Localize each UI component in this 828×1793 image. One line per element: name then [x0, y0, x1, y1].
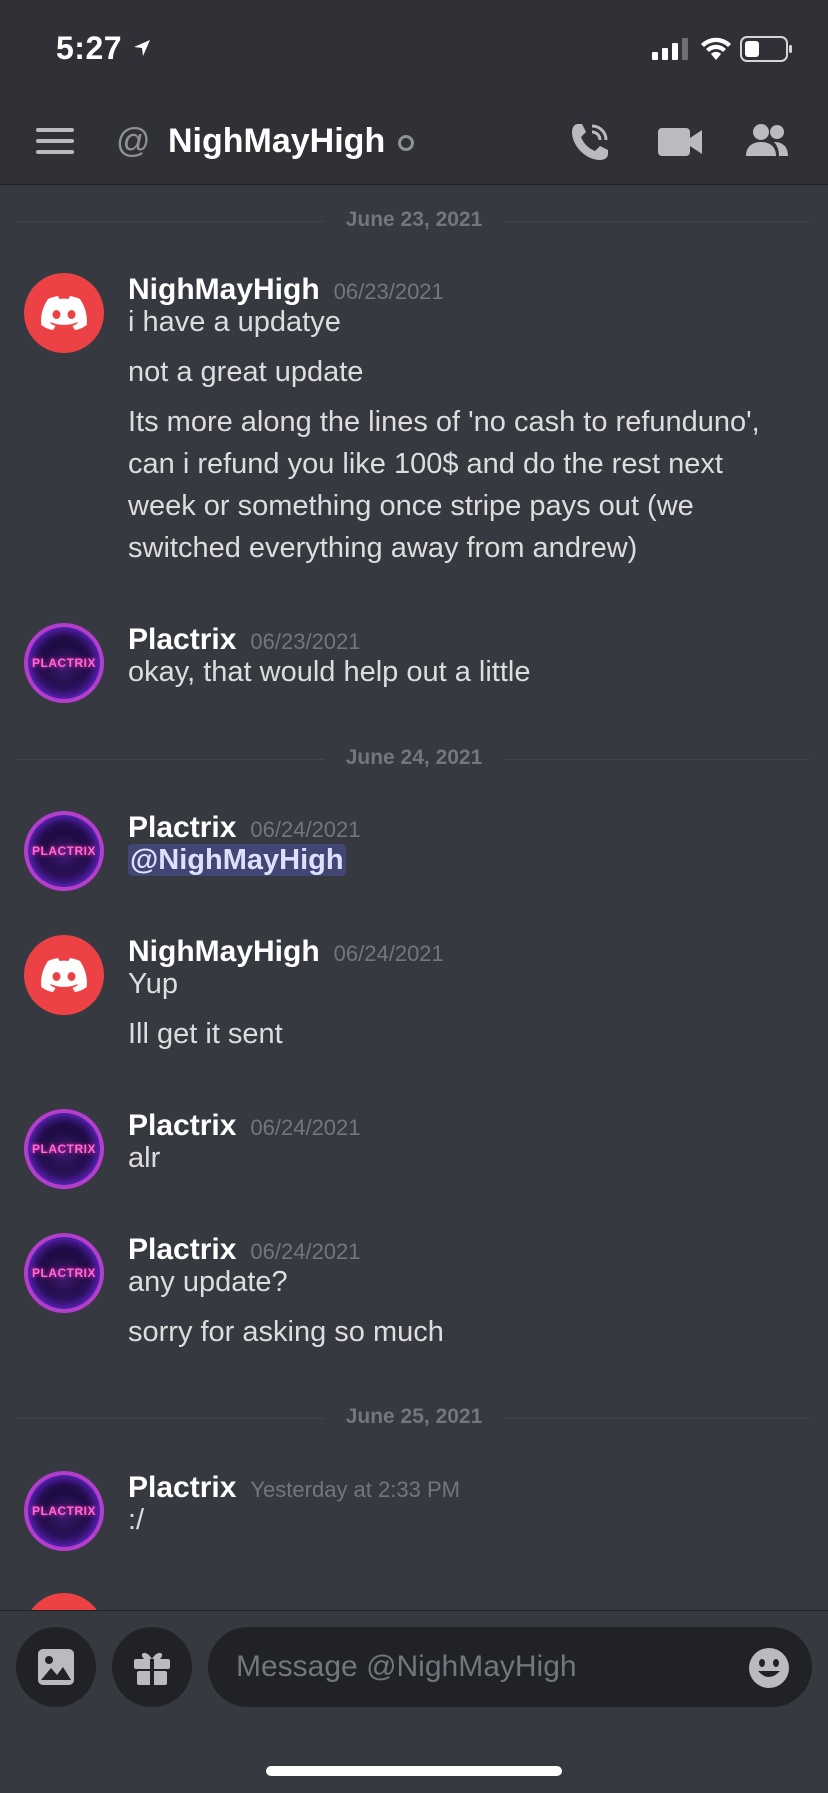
avatar-text: PLACTRIX — [32, 656, 96, 670]
channel-title[interactable]: NighMayHigh — [168, 122, 385, 161]
message-text: alr — [128, 1142, 161, 1174]
message-input[interactable]: Message @NighMayHigh — [208, 1627, 812, 1707]
date-divider-label: June 24, 2021 — [345, 746, 483, 769]
avatar[interactable] — [24, 935, 104, 1015]
image-icon — [38, 1649, 74, 1685]
status-bar: 5:27 — [0, 0, 828, 100]
avatar[interactable]: PLACTRIX — [24, 1471, 104, 1551]
discord-logo-icon — [41, 296, 87, 330]
message-text: i have a updatye — [128, 306, 341, 338]
home-indicator[interactable] — [266, 1766, 562, 1776]
message-text: :/ — [128, 1504, 145, 1536]
wifi-icon — [701, 37, 731, 60]
video-icon[interactable] — [658, 126, 702, 158]
avatar[interactable]: PLACTRIX — [24, 811, 104, 891]
channel-header: @ NighMayHigh — [0, 100, 828, 185]
date-divider: June 24, 2021 — [18, 746, 810, 769]
avatar[interactable]: PLACTRIX — [24, 1233, 104, 1313]
status-time: 5:27 — [56, 30, 123, 66]
message-text: Yup — [128, 968, 178, 1000]
avatar[interactable] — [24, 1593, 104, 1610]
hamburger-menu-icon[interactable] — [36, 126, 74, 156]
avatar[interactable]: PLACTRIX — [24, 623, 104, 703]
emoji-icon[interactable] — [748, 1647, 790, 1689]
message-text: not a great update — [128, 356, 364, 388]
date-divider: June 23, 2021 — [18, 208, 810, 231]
message-text: sorry for asking so much — [128, 1316, 444, 1348]
message-list[interactable]: June 23, 2021 NighMayHigh 06/23/2021 i ha… — [0, 185, 828, 1610]
discord-logo-icon — [41, 958, 87, 992]
avatar-text: PLACTRIX — [32, 1142, 96, 1156]
at-icon: @ — [116, 122, 151, 160]
signal-icon — [652, 38, 688, 60]
message-text: okay, that would help out a little — [128, 656, 531, 688]
attach-image-button[interactable] — [16, 1627, 96, 1707]
avatar[interactable]: PLACTRIX — [24, 1109, 104, 1189]
call-icon[interactable] — [568, 120, 612, 164]
avatar[interactable] — [24, 273, 104, 353]
avatar-text: PLACTRIX — [32, 1504, 96, 1518]
message-text: Its more along the lines of 'no cash to … — [128, 406, 760, 564]
date-divider-label: June 23, 2021 — [345, 208, 483, 231]
message-text: any update? — [128, 1266, 288, 1298]
date-divider-label: June 25, 2021 — [345, 1405, 483, 1428]
message-text: Ill get it sent — [128, 1018, 283, 1050]
message-text: @NighMayHigh — [128, 839, 788, 881]
date-divider: June 25, 2021 — [18, 1405, 810, 1428]
gift-icon — [134, 1652, 170, 1685]
members-icon[interactable] — [744, 122, 790, 160]
avatar-text: PLACTRIX — [32, 1266, 96, 1280]
gift-button[interactable] — [112, 1627, 192, 1707]
battery-icon — [740, 36, 792, 62]
offline-status-icon — [398, 135, 414, 151]
avatar-text: PLACTRIX — [32, 844, 96, 858]
location-arrow-icon — [134, 40, 150, 56]
user-mention[interactable]: @NighMayHigh — [128, 844, 346, 876]
